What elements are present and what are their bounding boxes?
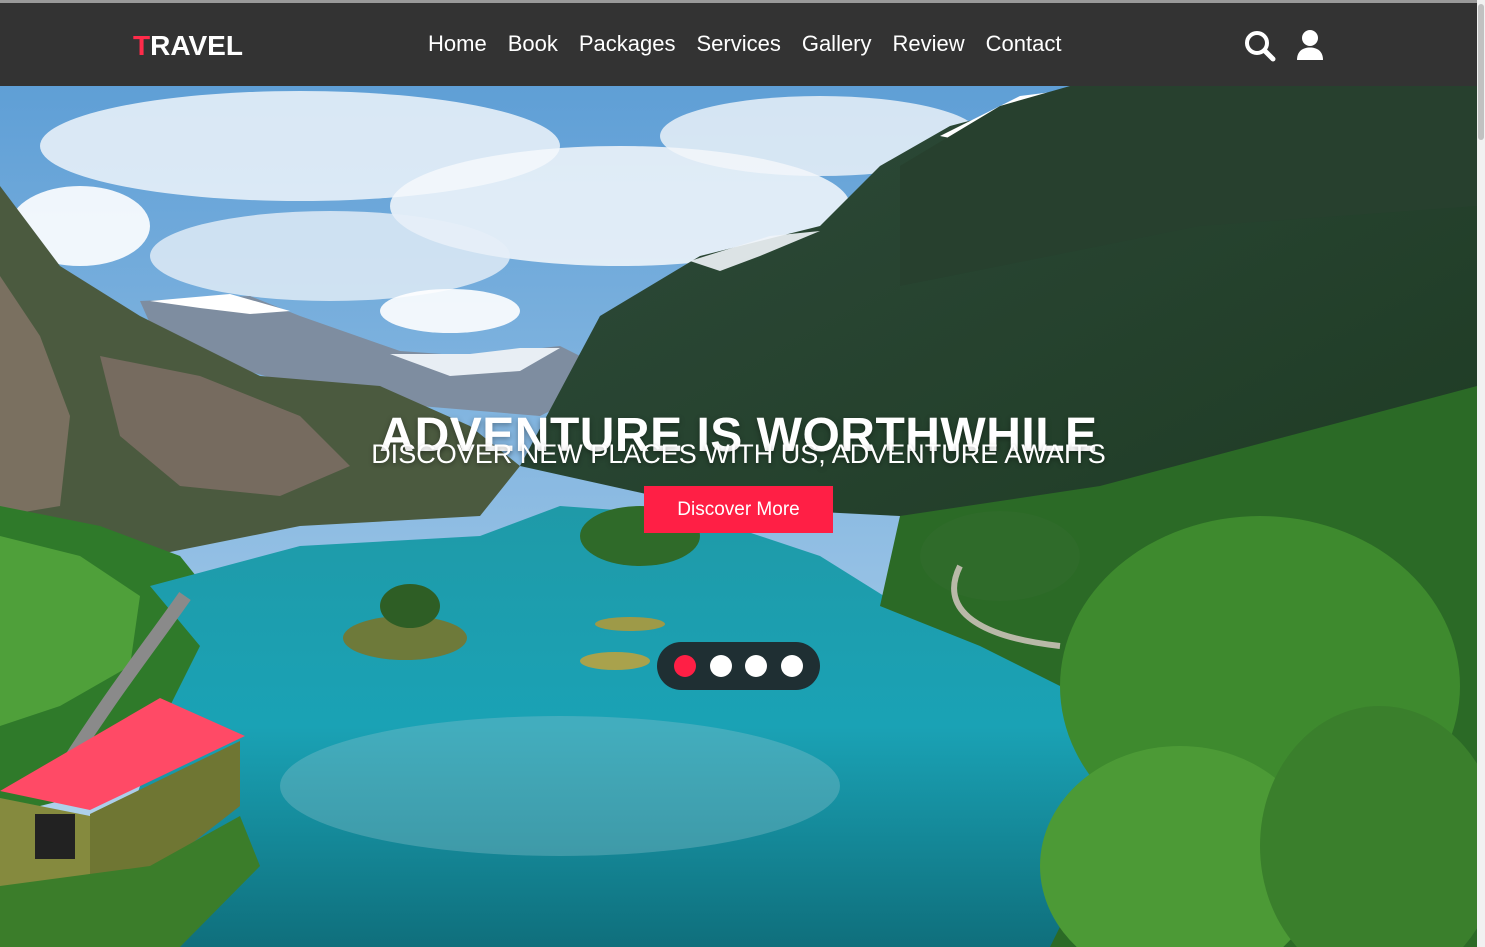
nav-link-services[interactable]: Services (696, 31, 780, 57)
user-icon[interactable] (1293, 29, 1327, 63)
vertical-scrollbar[interactable] (1477, 0, 1485, 947)
nav-links: Home Book Packages Services Gallery Revi… (428, 31, 1082, 57)
search-icon[interactable] (1243, 29, 1277, 63)
page: TRAVEL Home Book Packages Services Galle… (0, 0, 1485, 947)
nav-link-contact[interactable]: Contact (986, 31, 1062, 57)
hero-section: ADVENTURE IS WORTHWHILE DISCOVER NEW PLA… (0, 86, 1477, 947)
discover-more-button[interactable]: Discover More (644, 486, 833, 533)
scrollbar-thumb[interactable] (1478, 4, 1484, 140)
slider-dots (657, 642, 820, 690)
nav-link-book[interactable]: Book (508, 31, 558, 57)
slider-dot-4[interactable] (781, 655, 803, 677)
nav-link-packages[interactable]: Packages (579, 31, 676, 57)
logo-first-letter: T (133, 30, 151, 61)
nav-link-review[interactable]: Review (893, 31, 965, 57)
logo[interactable]: TRAVEL (133, 30, 243, 62)
slider-dot-3[interactable] (745, 655, 767, 677)
nav-link-gallery[interactable]: Gallery (802, 31, 872, 57)
hero-subtitle: DISCOVER NEW PLACES WITH US, ADVENTURE A… (371, 439, 1106, 469)
slider-dot-1[interactable] (674, 655, 696, 677)
nav-link-home[interactable]: Home (428, 31, 487, 57)
slider-dot-2[interactable] (710, 655, 732, 677)
logo-rest: RAVEL (150, 30, 243, 61)
navbar: TRAVEL Home Book Packages Services Galle… (0, 3, 1477, 86)
